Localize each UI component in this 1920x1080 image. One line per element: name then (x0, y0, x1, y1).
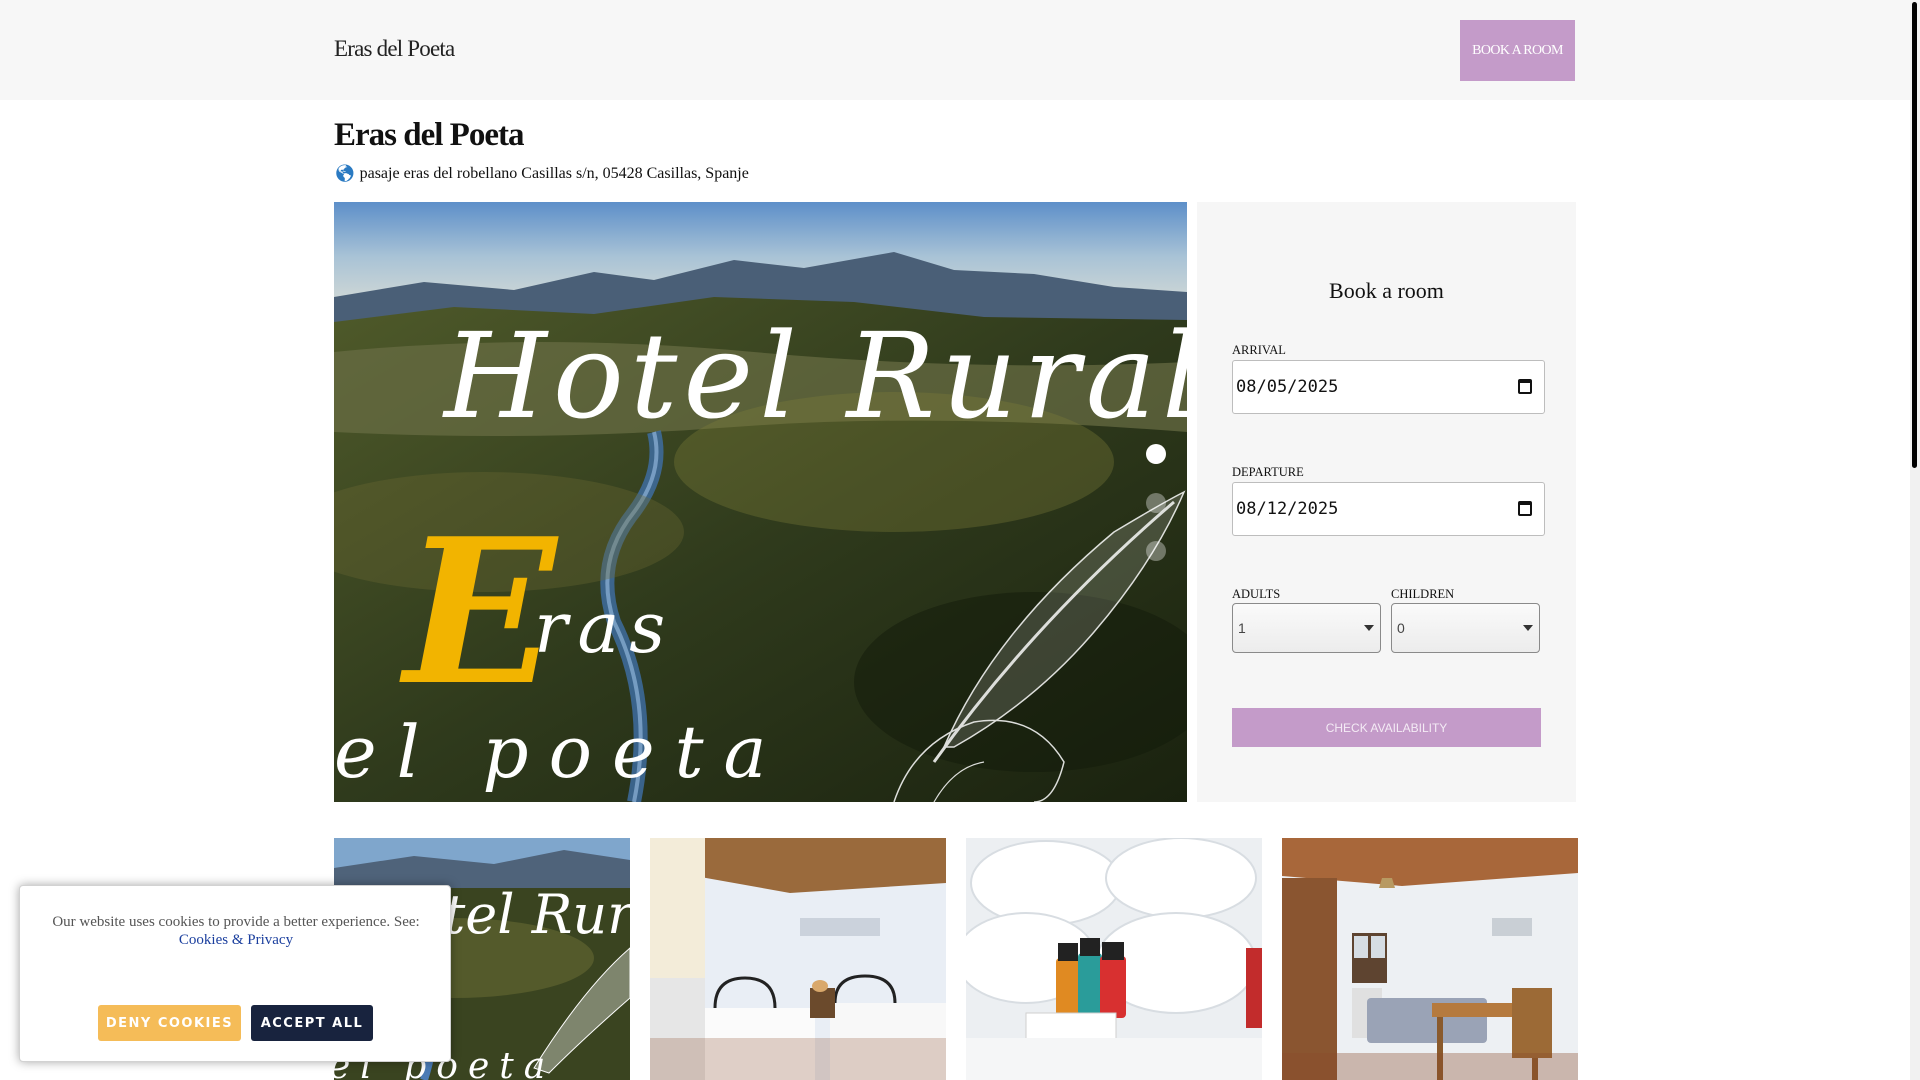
hero-slideshow-image[interactable]: Hotel Rural E ras el poeta (334, 202, 1187, 802)
slide-dot-3[interactable] (1146, 541, 1166, 561)
calendar-icon[interactable] (1518, 379, 1532, 394)
arrival-date-value: 08/05/2025 (1236, 377, 1339, 397)
departure-label: DEPARTURE (1232, 465, 1304, 479)
brand-logo-text[interactable]: Eras del Poeta (334, 36, 455, 62)
page-title: Eras del Poeta (334, 117, 524, 153)
gallery-thumb-towels[interactable] (966, 838, 1262, 1080)
hero-logo-line3: el poeta (334, 710, 786, 794)
slide-dot-1[interactable] (1146, 444, 1166, 464)
arrival-label: ARRIVAL (1232, 343, 1286, 357)
departure-date-value: 08/12/2025 (1236, 499, 1339, 519)
deny-cookies-button[interactable]: DENY COOKIES (98, 1005, 241, 1041)
globe-icon: 🌎︎ (334, 164, 356, 184)
departure-date-input[interactable]: 08/12/2025 (1232, 482, 1545, 536)
children-select[interactable]: 0 (1391, 603, 1540, 653)
cookie-message: Our website uses cookies to provide a be… (40, 913, 432, 949)
book-a-room-button[interactable]: BOOK A ROOM (1460, 20, 1575, 81)
chevron-down-icon (1523, 625, 1533, 631)
cookie-message-text: Our website uses cookies to provide a be… (52, 914, 420, 930)
hero-logo-line2: ras (534, 587, 675, 669)
children-select-value: 0 (1397, 620, 1405, 636)
gallery-thumb-twin-room[interactable] (650, 838, 946, 1080)
cookies-privacy-link[interactable]: Cookies & Privacy (179, 932, 293, 948)
adults-label: ADULTS (1232, 587, 1281, 601)
calendar-icon[interactable] (1518, 501, 1532, 516)
hotel-address: 🌎︎ pasaje eras del robellano Casillas s/… (334, 164, 749, 184)
scrollbar-thumb[interactable] (1912, 2, 1917, 468)
booking-title: Book a room (1329, 278, 1444, 303)
top-navbar: Eras del Poeta BOOK A ROOM (0, 0, 1910, 100)
check-availability-button[interactable]: CHECK AVAILABILITY (1232, 708, 1541, 747)
slide-dot-2[interactable] (1146, 493, 1166, 513)
accept-all-button[interactable]: ACCEPT ALL (251, 1005, 373, 1041)
page-scrollbar[interactable] (1910, 0, 1920, 1080)
address-text: pasaje eras del robellano Casillas s/n, … (359, 165, 749, 182)
arrival-date-input[interactable]: 08/05/2025 (1232, 360, 1545, 414)
booking-panel: Book a room ARRIVAL 08/05/2025 DEPARTURE… (1197, 202, 1576, 802)
hero-logo-line1: Hotel Rural (442, 307, 1187, 445)
adults-select-value: 1 (1238, 620, 1246, 636)
adults-select[interactable]: 1 (1232, 603, 1381, 653)
cookie-consent-banner: Our website uses cookies to provide a be… (19, 885, 451, 1062)
children-label: CHILDREN (1391, 587, 1455, 601)
chevron-down-icon (1364, 625, 1374, 631)
gallery-thumb-living-room[interactable] (1282, 838, 1578, 1080)
